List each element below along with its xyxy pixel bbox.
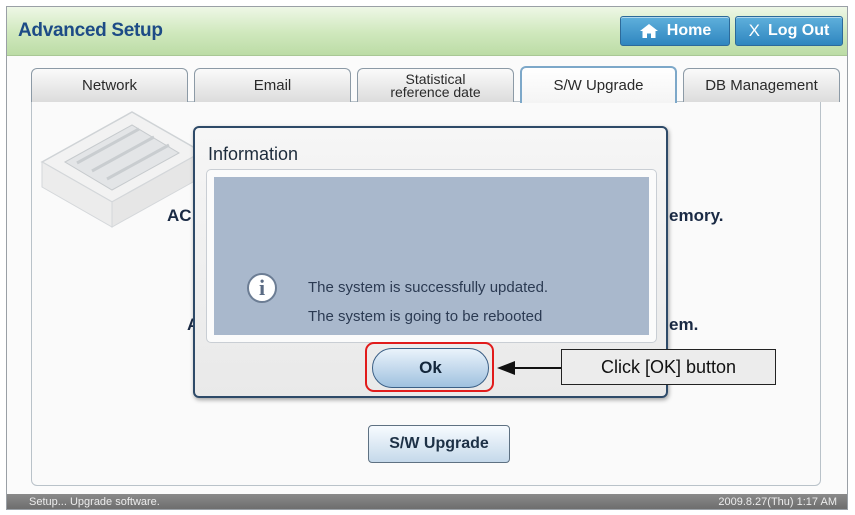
annotation-callout: Click [OK] button bbox=[561, 349, 776, 385]
tab-label: Email bbox=[253, 77, 292, 94]
info-icon: i bbox=[247, 273, 277, 303]
dialog-message-line1: The system is successfully updated. bbox=[308, 279, 549, 296]
status-message: Setup... Upgrade software. bbox=[29, 496, 160, 508]
tab-label: Network bbox=[81, 77, 137, 94]
tab-label-line2: reference date bbox=[390, 83, 481, 100]
tab-email[interactable]: Email bbox=[194, 68, 351, 102]
tab-network[interactable]: Network bbox=[31, 68, 188, 102]
dialog-message-line2: The system is going to be rebooted bbox=[308, 308, 543, 325]
status-datetime: 2009.8.27(Thu) 1:17 AM bbox=[718, 496, 837, 508]
dialog-message-box: i The system is successfully updated. Th… bbox=[207, 170, 656, 342]
home-button[interactable]: Home bbox=[620, 16, 730, 46]
home-button-label: Home bbox=[666, 22, 712, 39]
tab-statistical-reference-date[interactable]: Statistical reference date bbox=[357, 68, 514, 102]
home-icon bbox=[639, 24, 658, 38]
title-bar: Advanced Setup Home X Log Out bbox=[7, 7, 847, 56]
logout-button-label: Log Out bbox=[768, 22, 830, 39]
background-text-memory: emory. bbox=[669, 206, 724, 225]
tab-label: DB Management bbox=[705, 77, 818, 94]
sw-upgrade-button[interactable]: S/W Upgrade bbox=[368, 425, 510, 463]
arrow-left-icon bbox=[497, 361, 561, 375]
background-text-ac: AC bbox=[167, 206, 192, 225]
page-title: Advanced Setup bbox=[18, 20, 163, 41]
tab-db-management[interactable]: DB Management bbox=[683, 68, 840, 102]
background-text-em: em. bbox=[669, 315, 699, 334]
dialog-title: Information bbox=[208, 144, 299, 164]
logout-button[interactable]: X Log Out bbox=[735, 16, 843, 46]
status-bar: Setup... Upgrade software. 2009.8.27(Thu… bbox=[7, 494, 847, 509]
tab-label: S/W Upgrade bbox=[553, 77, 644, 94]
logout-x-icon: X bbox=[748, 21, 761, 40]
ok-button[interactable]: Ok bbox=[372, 348, 489, 388]
tab-sw-upgrade[interactable]: S/W Upgrade bbox=[520, 66, 677, 103]
